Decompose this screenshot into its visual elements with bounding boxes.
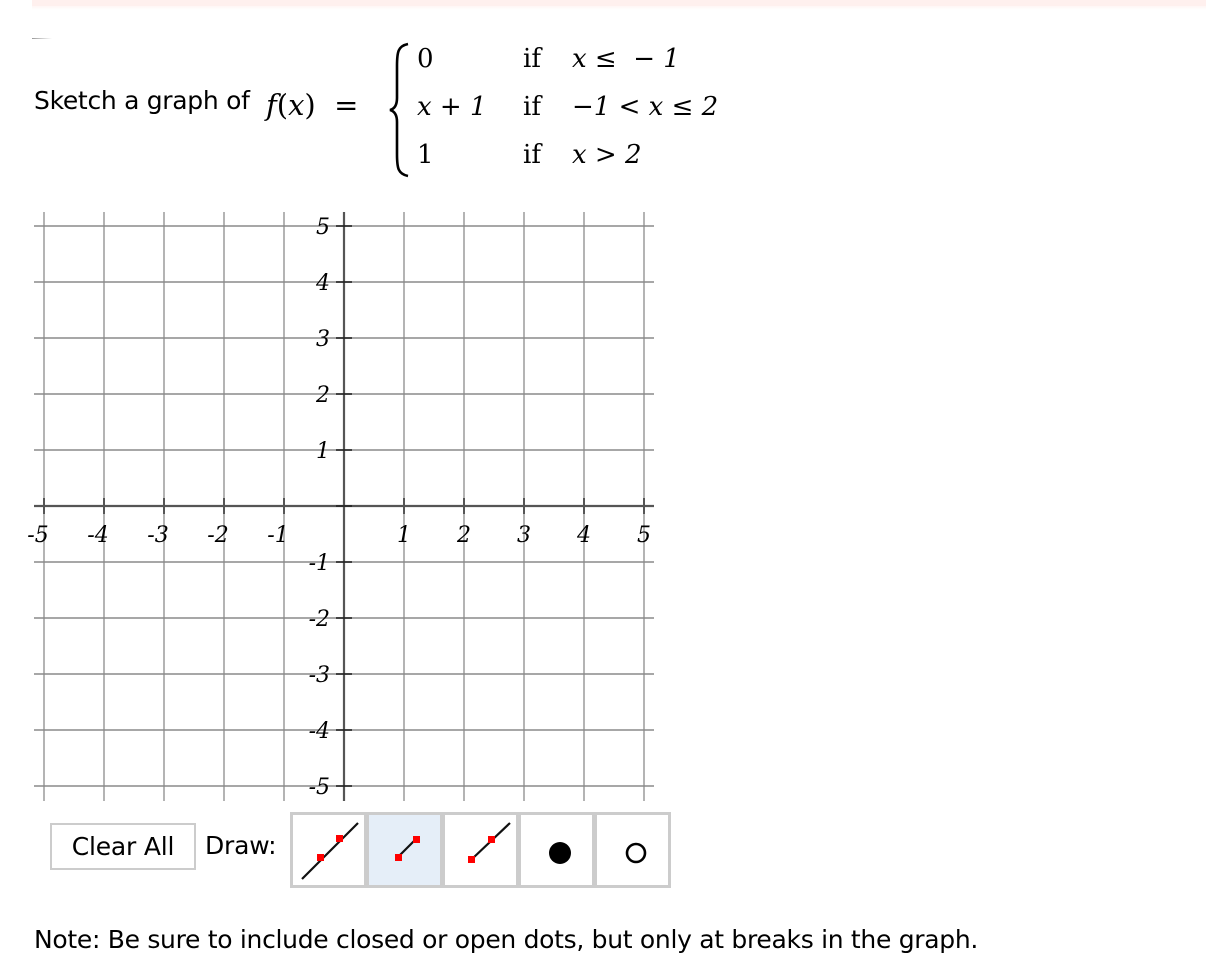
- x-tick-label: 1: [397, 523, 411, 548]
- x-tick-label: -1: [267, 523, 288, 548]
- y-tick-label: 5: [316, 215, 330, 240]
- y-tick-label: -3: [309, 663, 330, 688]
- y-tick-label: 1: [316, 439, 330, 464]
- line-tool-icon: [300, 822, 359, 880]
- ray-tool-icon: [467, 822, 511, 863]
- x-tick-label: -2: [207, 523, 228, 548]
- x-tick-label: 2: [456, 523, 471, 548]
- tick-labels: -5 -4 -3 -2 -1 1 2 3 4 5 5 4 3 2 1 -1 -2 -3 -4 -5: [27, 215, 651, 800]
- draw-toolbar: [290, 812, 671, 888]
- open-dot-tool-button[interactable]: [594, 812, 671, 888]
- ray-tool-button[interactable]: [442, 812, 519, 888]
- x-tick-label: 4: [576, 523, 591, 548]
- y-tick-label: -2: [309, 607, 330, 632]
- graph-canvas[interactable]: -5 -4 -3 -2 -1 1 2 3 4 5 5 4 3 2 1 -1 -2 -3 -4 -5: [0, 0, 700, 810]
- x-tick-label: -5: [27, 523, 48, 548]
- segment-tool-button[interactable]: [366, 812, 443, 888]
- x-tick-label: -3: [147, 523, 168, 548]
- open-dot-icon: [625, 842, 646, 864]
- line-tool-button[interactable]: [290, 812, 367, 888]
- x-tick-label: -4: [87, 523, 108, 548]
- y-tick-label: -1: [309, 551, 330, 576]
- note-text: Note: Be sure to include closed or open …: [34, 925, 979, 954]
- y-tick-label: 3: [316, 327, 330, 352]
- y-tick-label: -4: [309, 719, 330, 744]
- y-tick-label: -5: [309, 775, 330, 800]
- clear-all-button[interactable]: Clear All: [50, 823, 196, 870]
- closed-dot-tool-button[interactable]: [518, 812, 595, 888]
- y-tick-label: 4: [315, 271, 330, 296]
- segment-tool-icon: [394, 836, 420, 861]
- x-tick-label: 3: [517, 523, 531, 548]
- closed-dot-icon: [548, 842, 571, 864]
- y-tick-label: 2: [315, 383, 330, 408]
- draw-label: Draw:: [205, 831, 277, 860]
- x-tick-label: 5: [637, 523, 651, 548]
